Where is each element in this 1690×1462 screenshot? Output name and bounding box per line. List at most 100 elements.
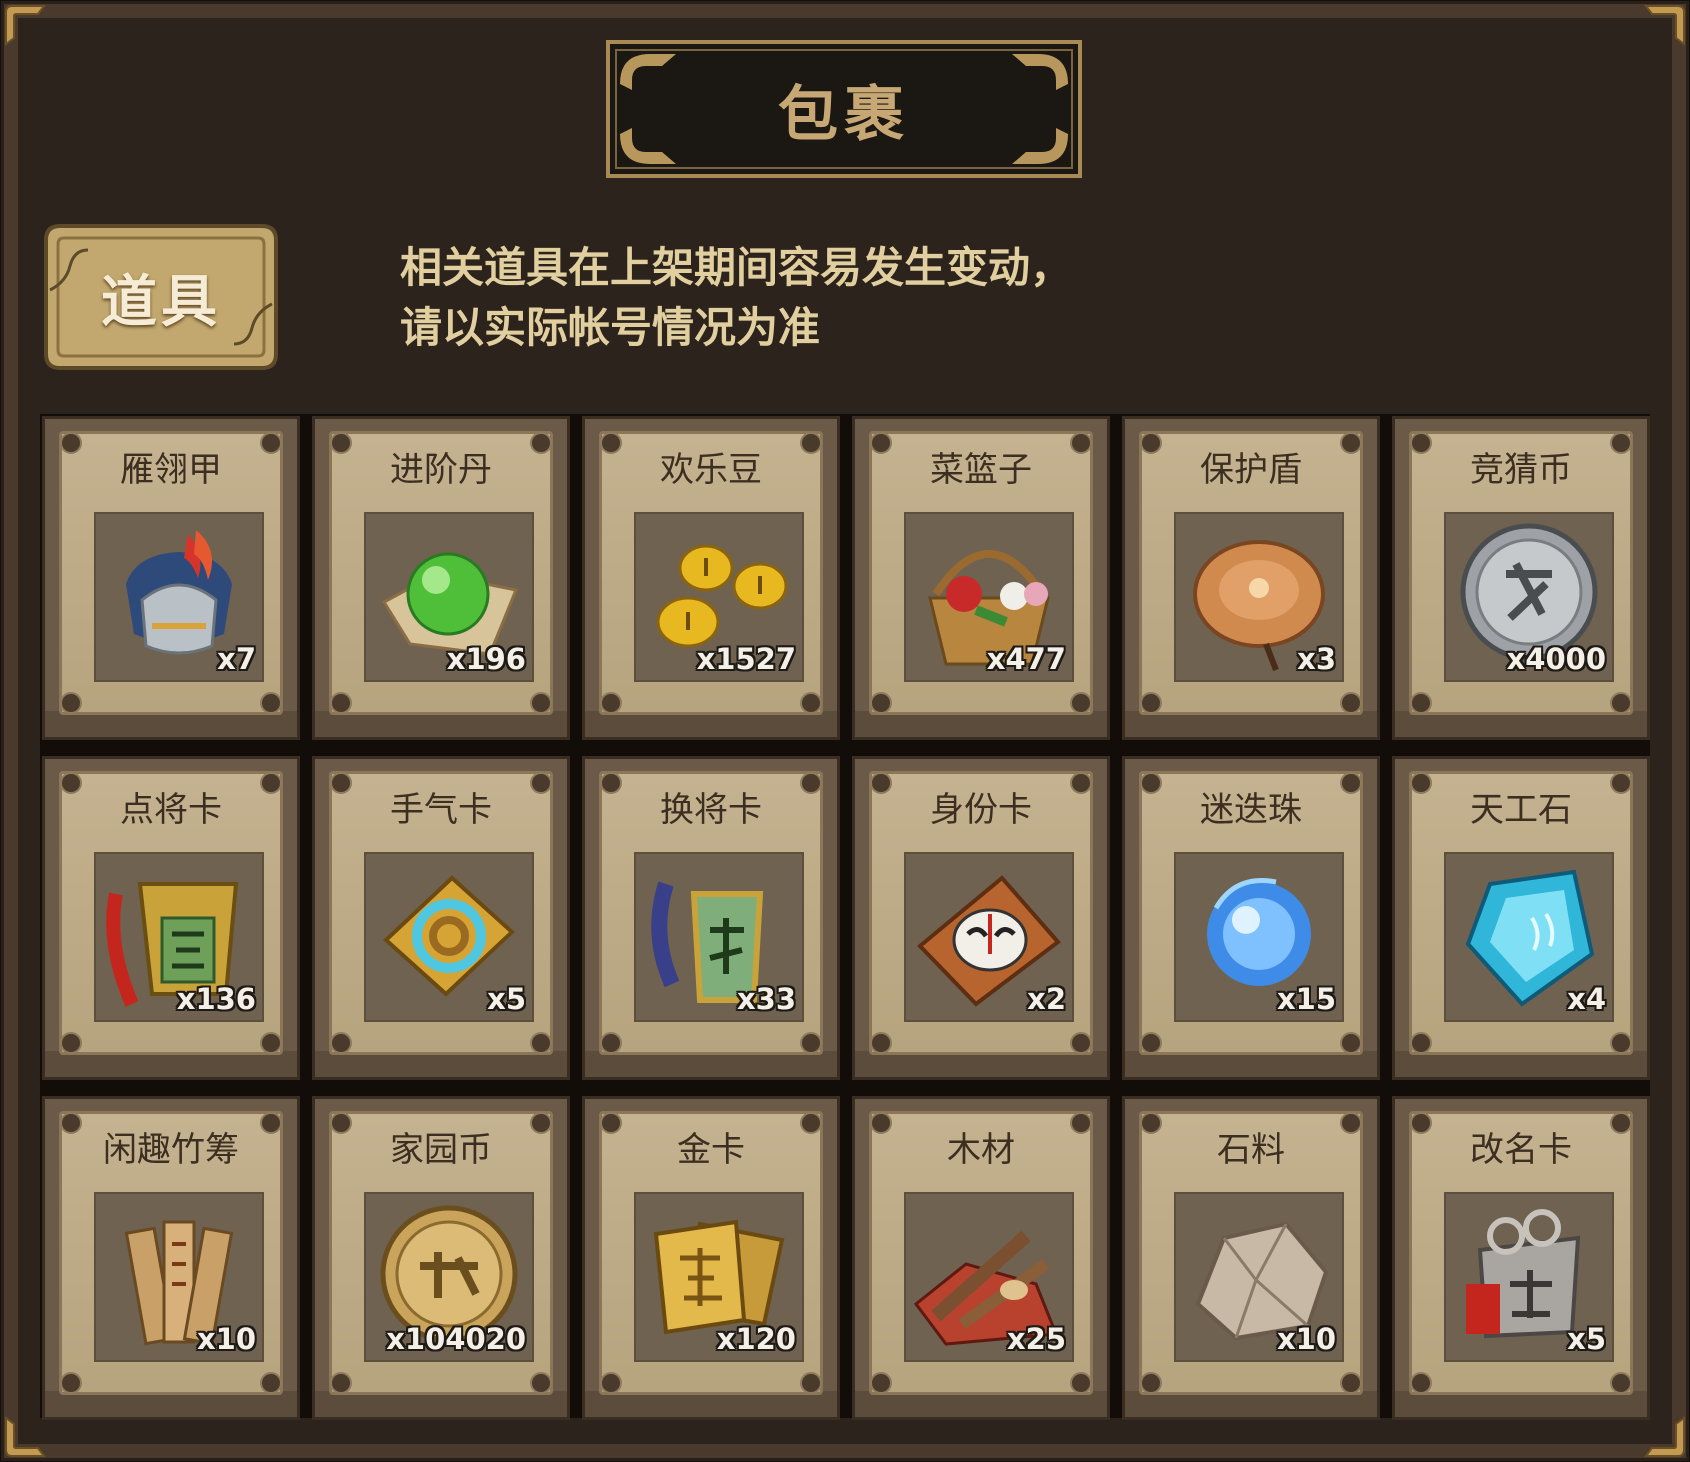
item-count: x33 (736, 982, 796, 1016)
item-card[interactable]: 迷迭珠 x15 (1122, 756, 1380, 1080)
item-icon-slot: x5 (364, 852, 534, 1022)
card-corner-ornament (1070, 1032, 1092, 1054)
card-corner-ornament (870, 692, 892, 714)
card-face: 闲趣竹筹 x10 (59, 1111, 283, 1395)
item-card[interactable]: 欢乐豆 x1527 (582, 416, 840, 740)
item-name: 换将卡 (660, 790, 762, 830)
card-corner-ornament (1610, 692, 1632, 714)
item-count: x1527 (696, 642, 796, 676)
item-count: x7 (217, 642, 256, 676)
item-count: x2 (1027, 982, 1066, 1016)
item-count: x120 (716, 1322, 796, 1356)
item-icon-slot: x5 (1444, 1192, 1614, 1362)
item-card[interactable]: 菜篮子 x477 (852, 416, 1110, 740)
item-icon-slot: x1527 (634, 512, 804, 682)
card-corner-ornament (800, 692, 822, 714)
card-face: 手气卡 x5 (329, 771, 553, 1055)
card-corner-ornament (60, 1372, 82, 1394)
item-name: 点将卡 (120, 790, 222, 830)
card-corner-ornament (870, 1032, 892, 1054)
item-name: 竞猜币 (1470, 450, 1572, 490)
item-count: x10 (196, 1322, 256, 1356)
item-card[interactable]: 换将卡 x33 (582, 756, 840, 1080)
card-corner-ornament (800, 1372, 822, 1394)
item-card[interactable]: 身份卡 x2 (852, 756, 1110, 1080)
card-corner-ornament (800, 1032, 822, 1054)
item-name: 手气卡 (390, 790, 492, 830)
card-corner-ornament (1340, 692, 1362, 714)
item-icon-slot: x15 (1174, 852, 1344, 1022)
item-name: 家园币 (390, 1130, 492, 1170)
card-corner-ornament (1140, 1032, 1162, 1054)
item-name: 菜篮子 (930, 450, 1032, 490)
item-card[interactable]: 木材 x25 (852, 1096, 1110, 1420)
window-title: 包裹 (778, 79, 910, 150)
item-icon-slot: x136 (94, 852, 264, 1022)
item-name: 迷迭珠 (1200, 790, 1302, 830)
card-corner-ornament (1410, 1032, 1432, 1054)
card-corner-ornament (600, 1372, 622, 1394)
card-corner-ornament (1140, 692, 1162, 714)
item-card[interactable]: 石料 x10 (1122, 1096, 1380, 1420)
card-face: 改名卡 x5 (1409, 1111, 1633, 1395)
item-card[interactable]: 进阶丹 x196 (312, 416, 570, 740)
card-corner-ornament (330, 1032, 352, 1054)
card-face: 木材 x25 (869, 1111, 1093, 1395)
item-name: 身份卡 (930, 790, 1032, 830)
item-card[interactable]: 手气卡 x5 (312, 756, 570, 1080)
item-name: 金卡 (677, 1130, 745, 1170)
item-card[interactable]: 天工石 x4 (1392, 756, 1650, 1080)
card-face: 竞猜币 x4000 (1409, 431, 1633, 715)
item-count: x5 (1567, 1322, 1606, 1356)
item-icon-slot: x477 (904, 512, 1074, 682)
item-name: 欢乐豆 (660, 450, 762, 490)
item-icon-slot: x3 (1174, 512, 1344, 682)
card-face: 欢乐豆 x1527 (599, 431, 823, 715)
card-face: 点将卡 x136 (59, 771, 283, 1055)
card-corner-ornament (600, 692, 622, 714)
card-face: 身份卡 x2 (869, 771, 1093, 1055)
item-card[interactable]: 闲趣竹筹 x10 (42, 1096, 300, 1420)
card-corner-ornament (1610, 1032, 1632, 1054)
item-card[interactable]: 雁翎甲 x7 (42, 416, 300, 740)
item-card[interactable]: 保护盾 x3 (1122, 416, 1380, 740)
item-card[interactable]: 家园币 x104020 (312, 1096, 570, 1420)
corner-ornament (2, 2, 48, 48)
card-face: 换将卡 x33 (599, 771, 823, 1055)
card-corner-ornament (1410, 1372, 1432, 1394)
item-name: 进阶丹 (390, 450, 492, 490)
item-name: 改名卡 (1470, 1130, 1572, 1170)
item-count: x136 (176, 982, 256, 1016)
item-card[interactable]: 竞猜币 x4000 (1392, 416, 1650, 740)
tab-label: 道具 (101, 269, 221, 335)
item-count: x4000 (1506, 642, 1606, 676)
item-card[interactable]: 金卡 x120 (582, 1096, 840, 1420)
corner-ornament (2, 1414, 48, 1460)
card-corner-ornament (1070, 1372, 1092, 1394)
notice-line-2: 请以实际帐号情况为准 (400, 303, 821, 352)
item-card[interactable]: 点将卡 x136 (42, 756, 300, 1080)
item-name: 木材 (947, 1130, 1015, 1170)
item-icon-slot: x2 (904, 852, 1074, 1022)
card-corner-ornament (260, 692, 282, 714)
corner-ornament (1642, 2, 1688, 48)
card-corner-ornament (1610, 1372, 1632, 1394)
item-icon-slot: x4 (1444, 852, 1614, 1022)
item-grid: 雁翎甲 x7 进阶丹 x196 欢乐豆 x1527 菜篮子 x477 保护盾 x3 竞猜币 x4000… (40, 414, 1650, 1420)
card-face: 进阶丹 x196 (329, 431, 553, 715)
notice-line-1: 相关道具在上架期间容易发生变动， (400, 243, 1073, 292)
card-face: 天工石 x4 (1409, 771, 1633, 1055)
card-corner-ornament (530, 692, 552, 714)
tab-items[interactable]: 道具 (40, 220, 282, 374)
title-plate: 包裹 (606, 40, 1082, 178)
card-corner-ornament (530, 1032, 552, 1054)
card-corner-ornament (60, 1032, 82, 1054)
card-face: 金卡 x120 (599, 1111, 823, 1395)
corner-ornament (1642, 1414, 1688, 1460)
item-count: x477 (986, 642, 1066, 676)
card-corner-ornament (1410, 692, 1432, 714)
item-card[interactable]: 改名卡 x5 (1392, 1096, 1650, 1420)
item-count: x4 (1567, 982, 1606, 1016)
card-corner-ornament (330, 1372, 352, 1394)
card-corner-ornament (330, 692, 352, 714)
